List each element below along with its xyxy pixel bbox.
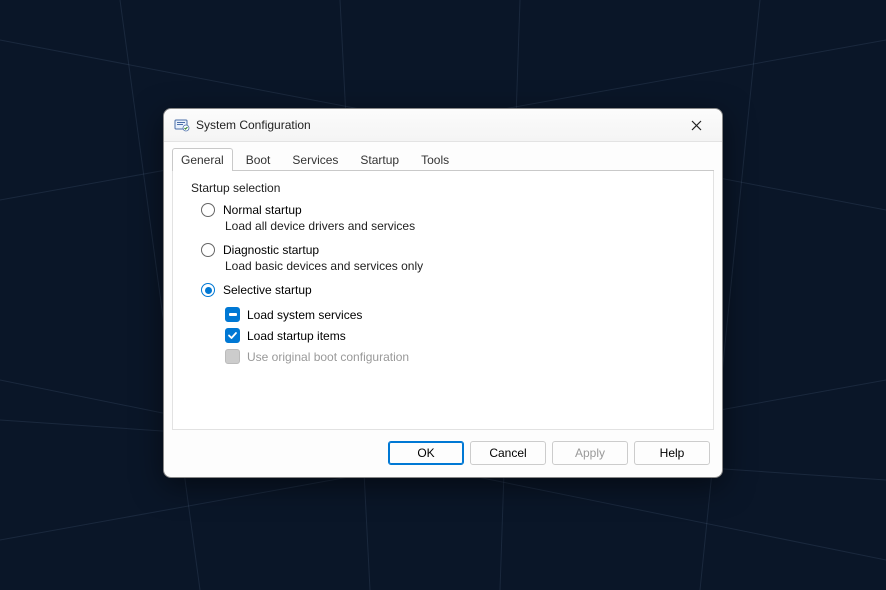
checkbox-icon bbox=[225, 307, 240, 322]
radio-normal-desc: Load all device drivers and services bbox=[225, 219, 695, 233]
close-button[interactable] bbox=[676, 111, 716, 139]
checkbox-use-original-boot-config: Use original boot configuration bbox=[225, 349, 695, 364]
window-title: System Configuration bbox=[196, 118, 676, 132]
group-title: Startup selection bbox=[191, 181, 695, 195]
tab-boot[interactable]: Boot bbox=[237, 148, 280, 171]
apply-button: Apply bbox=[552, 441, 628, 465]
titlebar: System Configuration bbox=[164, 109, 722, 142]
checkbox-icon bbox=[225, 328, 240, 343]
checkbox-load-startup-items[interactable]: Load startup items bbox=[225, 328, 695, 343]
tab-general[interactable]: General bbox=[172, 148, 233, 171]
radio-icon bbox=[201, 283, 215, 297]
tab-services[interactable]: Services bbox=[283, 148, 347, 171]
checkbox-icon bbox=[225, 349, 240, 364]
close-icon bbox=[691, 120, 702, 131]
radio-diagnostic-startup[interactable]: Diagnostic startup bbox=[201, 243, 695, 257]
radio-normal-startup[interactable]: Normal startup bbox=[201, 203, 695, 217]
radio-diagnostic-desc: Load basic devices and services only bbox=[225, 259, 695, 273]
system-configuration-window: System Configuration General Boot Servic… bbox=[163, 108, 723, 478]
tab-startup[interactable]: Startup bbox=[351, 148, 408, 171]
radio-icon bbox=[201, 203, 215, 217]
tab-strip: General Boot Services Startup Tools bbox=[164, 142, 722, 171]
checkbox-label: Use original boot configuration bbox=[247, 350, 409, 364]
dialog-button-row: OK Cancel Apply Help bbox=[164, 431, 722, 477]
checkbox-label: Load startup items bbox=[247, 329, 346, 343]
radio-label: Normal startup bbox=[223, 203, 302, 217]
tab-content-general: Startup selection Normal startup Load al… bbox=[172, 171, 714, 430]
radio-icon bbox=[201, 243, 215, 257]
radio-label: Diagnostic startup bbox=[223, 243, 319, 257]
cancel-button[interactable]: Cancel bbox=[470, 441, 546, 465]
radio-selective-startup[interactable]: Selective startup bbox=[201, 283, 695, 297]
radio-label: Selective startup bbox=[223, 283, 312, 297]
checkbox-load-system-services[interactable]: Load system services bbox=[225, 307, 695, 322]
checkbox-label: Load system services bbox=[247, 308, 362, 322]
app-icon bbox=[174, 117, 190, 133]
tab-tools[interactable]: Tools bbox=[412, 148, 458, 171]
help-button[interactable]: Help bbox=[634, 441, 710, 465]
ok-button[interactable]: OK bbox=[388, 441, 464, 465]
